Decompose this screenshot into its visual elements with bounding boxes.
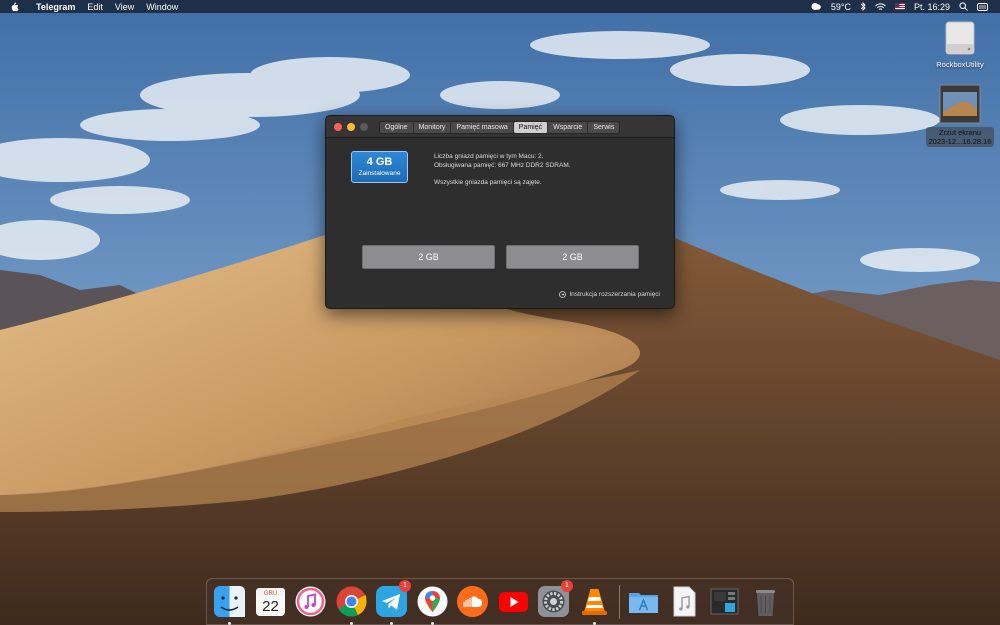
finder-icon bbox=[214, 586, 245, 617]
memory-supported-type: Obsługiwana pamięć: 667 MHz DDR2 SDRAM. bbox=[434, 161, 571, 169]
trash-icon bbox=[755, 590, 775, 616]
bluetooth-icon[interactable] bbox=[860, 2, 866, 11]
memory-info: Liczba gniazd pamięci w tym Macu: 2. Obs… bbox=[434, 153, 571, 188]
window-titlebar[interactable]: Ogólne Monitory Pamięć masowa Pamięć Wsp… bbox=[326, 116, 674, 138]
calendar-month: GRU bbox=[263, 591, 276, 597]
tab-overview[interactable]: Ogólne bbox=[380, 122, 414, 133]
minimize-button[interactable] bbox=[347, 122, 355, 131]
external-drive-icon bbox=[945, 21, 975, 55]
calendar-day: 22 bbox=[262, 598, 279, 615]
dock-youtube[interactable] bbox=[496, 584, 531, 619]
apple-menu-icon[interactable] bbox=[10, 2, 24, 12]
desktop-screenshot-file[interactable]: Zrzut ekranu 2023-12...16.28.16 bbox=[924, 84, 996, 147]
control-center-icon[interactable] bbox=[977, 2, 988, 11]
menu-app-name[interactable]: Telegram bbox=[36, 2, 75, 12]
tab-storage[interactable]: Pamięć masowa bbox=[451, 122, 514, 133]
dock-system-preferences[interactable]: 1 bbox=[536, 580, 573, 619]
us-flag-icon[interactable] bbox=[894, 3, 905, 10]
dock-soundcloud[interactable] bbox=[455, 584, 490, 619]
menu-clock[interactable]: Pt. 16:29 bbox=[914, 2, 950, 12]
installed-memory-badge: 4 GB Zainstalowane bbox=[351, 151, 408, 183]
menu-window[interactable]: Window bbox=[146, 2, 178, 12]
tab-bar: Ogólne Monitory Pamięć masowa Pamięć Wsp… bbox=[379, 121, 621, 134]
memory-slots-count: Liczba gniazd pamięci w tym Macu: 2. bbox=[434, 153, 544, 160]
tab-service[interactable]: Serwis bbox=[588, 122, 619, 133]
desktop-wallpaper bbox=[0, 0, 1000, 625]
memory-slot-1: 2 GB bbox=[362, 245, 495, 269]
document-icon bbox=[673, 586, 695, 617]
dock-trash[interactable] bbox=[748, 584, 783, 619]
zoom-button bbox=[360, 122, 368, 131]
help-link-label: Instrukcja rozszerzania pamięci bbox=[569, 291, 660, 298]
screenshot-label-line1: Zrzut ekranu bbox=[938, 128, 982, 137]
soundcloud-icon bbox=[457, 586, 488, 617]
dock-screenshot-preview[interactable] bbox=[707, 584, 742, 619]
drive-label: RockboxUtility bbox=[936, 60, 984, 69]
dock-calendar[interactable]: GRU 22 bbox=[253, 584, 288, 619]
dock-telegram[interactable]: 1 bbox=[374, 580, 411, 625]
preferences-notification-badge: 1 bbox=[561, 580, 573, 592]
telegram-notification-badge: 1 bbox=[399, 580, 411, 592]
spotlight-search-icon[interactable] bbox=[959, 2, 968, 11]
desktop-drive[interactable]: RockboxUtility bbox=[928, 20, 992, 70]
vlc-icon bbox=[581, 589, 607, 615]
memory-slots-status: Wszystkie gniazda pamięci są zajęte. bbox=[434, 179, 542, 186]
close-button[interactable] bbox=[334, 122, 342, 131]
youtube-icon bbox=[498, 592, 528, 612]
screenshot-label: Zrzut ekranu 2023-12...16.28.16 bbox=[925, 127, 995, 147]
tab-support[interactable]: Wsparcie bbox=[548, 122, 589, 133]
menu-bar: Telegram Edit View Window 59°C Pt. 16:29 bbox=[0, 0, 1000, 13]
screenshot-label-line2: 2023-12...16.28.16 bbox=[928, 137, 992, 146]
weather-icon[interactable] bbox=[810, 2, 822, 11]
wifi-icon[interactable] bbox=[875, 2, 886, 11]
dock-applications-folder[interactable] bbox=[626, 584, 661, 619]
dock-music[interactable] bbox=[293, 584, 328, 619]
weather-temperature[interactable]: 59°C bbox=[831, 2, 851, 12]
help-circle-icon bbox=[559, 291, 567, 298]
calendar-icon: GRU 22 bbox=[255, 588, 285, 616]
tab-displays[interactable]: Monitory bbox=[414, 122, 452, 133]
dock-document[interactable] bbox=[667, 584, 702, 619]
screenshot-stack-icon bbox=[710, 588, 739, 615]
dock-chrome[interactable] bbox=[334, 584, 369, 625]
memory-slot-2: 2 GB bbox=[506, 245, 639, 269]
about-this-mac-window: Ogólne Monitory Pamięć masowa Pamięć Wsp… bbox=[325, 115, 675, 309]
dock-google-maps[interactable] bbox=[415, 584, 450, 625]
menu-view[interactable]: View bbox=[115, 2, 134, 12]
memory-upgrade-instructions-link[interactable]: Instrukcja rozszerzania pamięci bbox=[559, 291, 660, 298]
dock-finder[interactable] bbox=[212, 584, 247, 625]
tab-memory[interactable]: Pamięć bbox=[513, 122, 549, 133]
dock-vlc[interactable] bbox=[577, 584, 612, 625]
installed-memory-status: Zainstalowane bbox=[358, 170, 401, 177]
dock: GRU 22 1 1 bbox=[206, 578, 794, 625]
installed-memory-size: 4 GB bbox=[366, 156, 393, 168]
maps-icon bbox=[417, 586, 447, 617]
menu-edit[interactable]: Edit bbox=[87, 2, 103, 12]
music-icon bbox=[295, 586, 326, 617]
screenshot-thumbnail-icon bbox=[939, 84, 981, 124]
chrome-icon bbox=[336, 586, 366, 617]
dock-separator bbox=[619, 584, 620, 619]
applications-folder-icon bbox=[629, 593, 658, 613]
